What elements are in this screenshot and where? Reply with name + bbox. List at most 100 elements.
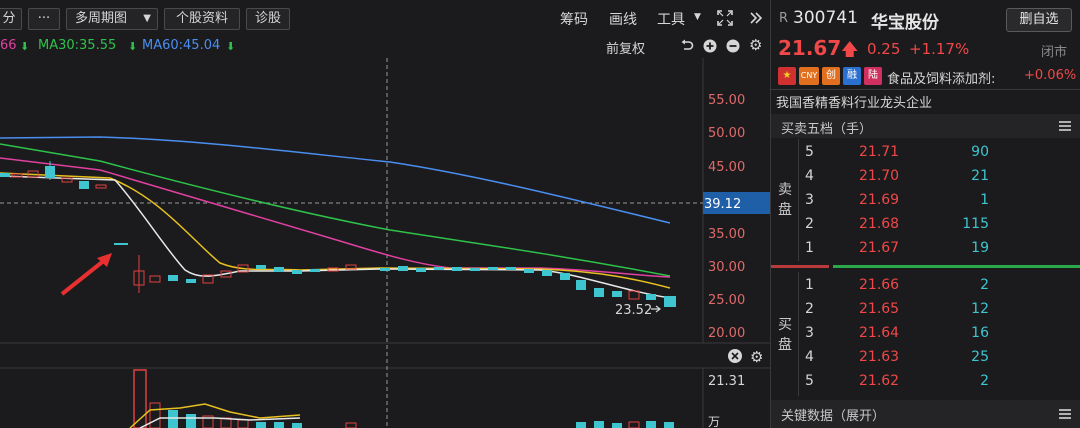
price-change-pct: +1.17% (909, 40, 970, 58)
key-data-header[interactable]: 关键数据（展开） (771, 400, 1080, 428)
ask-price: 21.69 (859, 192, 900, 208)
chips-button[interactable]: 筹码 (560, 9, 588, 29)
stock-code: 300741 (793, 8, 858, 28)
chart-toolbar: 分 ··· 多周期图 ▼ 个股资料 诊股 筹码 画线 工具 ▼ (0, 0, 770, 36)
y-tick-label: 50.00 (708, 126, 745, 141)
crosshair-value: 39.12 (704, 197, 741, 212)
pre-adjust-button[interactable]: 前复权 (606, 38, 645, 57)
y-tick-label: 25.00 (708, 293, 745, 308)
zoom-out-icon[interactable] (726, 39, 740, 53)
ask-price: 21.70 (859, 168, 900, 184)
ask-price: 21.67 (859, 240, 900, 256)
more-label: ··· (37, 11, 51, 26)
ask-row[interactable]: 5 21.71 90 (771, 141, 1080, 164)
kline-chart[interactable]: 55.00 50.00 45.00 35.00 30.00 25.00 20.0… (0, 58, 770, 428)
more-button[interactable]: ··· (28, 8, 60, 30)
ask-price: 21.71 (859, 144, 900, 160)
remove-watchlist-label: 删自选 (1019, 12, 1059, 27)
period-label: 分 (2, 11, 16, 26)
down-arrow-icon: ⬇ (128, 40, 138, 53)
level: 4 (805, 168, 814, 184)
ask-volume: 115 (962, 216, 989, 232)
bid-row[interactable]: 2 21.65 12 (771, 298, 1080, 321)
level: 5 (805, 144, 814, 160)
bid-volume: 12 (971, 301, 989, 317)
bid-volume: 16 (971, 325, 989, 341)
bid-volume: 2 (980, 373, 989, 389)
remove-watchlist-button[interactable]: 删自选 (1006, 8, 1072, 32)
annotation-arrow (60, 257, 108, 296)
ask-volume: 19 (971, 240, 989, 256)
stock-profile-label: 个股资料 (175, 11, 228, 26)
ask-price: 21.68 (859, 216, 900, 232)
zoom-in-icon[interactable] (703, 39, 717, 53)
draw-line-button[interactable]: 画线 (609, 9, 637, 29)
ask-row[interactable]: 1 21.67 19 (771, 237, 1080, 260)
bid-row[interactable]: 3 21.64 16 (771, 322, 1080, 345)
menu-icon[interactable] (1059, 121, 1071, 131)
ask-volume: 90 (971, 144, 989, 160)
bid-price: 21.62 (859, 373, 900, 389)
bid-row[interactable]: 1 21.66 2 (771, 274, 1080, 297)
connect-tag[interactable]: 陆 (864, 67, 882, 85)
bid-row[interactable]: 4 21.63 25 (771, 346, 1080, 369)
ask-row[interactable]: 2 21.68 115 (771, 213, 1080, 236)
quote-panel: R 300741 华宝股份 删自选 21.67 🡅 0.25 +1.17% 闭市… (770, 0, 1080, 428)
chinext-tag[interactable]: 创 (822, 67, 840, 85)
low-price-marker: 23.52 (615, 303, 652, 318)
collapse-panel-icon[interactable] (748, 10, 764, 26)
bid-price: 21.65 (859, 301, 900, 317)
ma60-value: MA60:45.04 (142, 38, 221, 53)
bid-row[interactable]: 5 21.62 2 (771, 370, 1080, 393)
multi-period-button[interactable]: 多周期图 ▼ (66, 8, 158, 30)
caret-down-icon: ▼ (143, 13, 151, 24)
price-change: 0.25 (867, 40, 901, 58)
ask-row[interactable]: 3 21.69 1 (771, 189, 1080, 212)
period-button[interactable]: 分 (0, 8, 22, 30)
ask-volume: 21 (971, 168, 989, 184)
industry-name[interactable]: 食品及饲料添加剂: (887, 68, 995, 87)
candles (0, 161, 676, 307)
key-data-title: 关键数据（展开） (781, 409, 886, 424)
down-arrow-icon: ⬇ (20, 40, 30, 53)
diagnose-button[interactable]: 诊股 (246, 8, 290, 30)
stock-profile-button[interactable]: 个股资料 (164, 8, 240, 30)
bid-ask-ratio-red (771, 265, 829, 268)
market-status: 闭市 (1041, 45, 1068, 60)
menu-icon[interactable] (1059, 409, 1071, 419)
level: 5 (805, 373, 814, 389)
industry-change: +0.06% (1024, 68, 1077, 83)
bid-price: 21.66 (859, 277, 900, 293)
caret-down-icon: ▼ (694, 12, 701, 22)
orderbook-title: 买卖五档（手） (781, 122, 873, 137)
ma30-value: MA30:35.55 (38, 38, 117, 53)
undo-icon[interactable] (680, 39, 694, 53)
level: 1 (805, 277, 814, 293)
bid-price: 21.64 (859, 325, 900, 341)
tools-button[interactable]: 工具 (657, 9, 685, 29)
china-flag-icon: ★ (778, 67, 796, 85)
multi-period-label: 多周期图 (75, 11, 128, 26)
current-price: 21.67 (778, 36, 842, 60)
y-tick-label: 30.00 (708, 260, 745, 275)
stock-name: 华宝股份 (871, 13, 939, 33)
cny-tag[interactable]: CNY (799, 67, 819, 85)
pane-settings-icon[interactable]: ⚙ (750, 348, 763, 366)
down-arrow-icon: ⬇ (226, 40, 236, 53)
volume-bars (133, 369, 674, 428)
arrow-right-icon (651, 305, 661, 313)
settings-gear-icon[interactable]: ⚙ (749, 36, 762, 54)
ma-prev-value: 66 (0, 38, 17, 53)
y-tick-label: 20.00 (708, 326, 745, 341)
margin-tag[interactable]: 融 (843, 67, 861, 85)
fullscreen-icon[interactable] (716, 9, 734, 27)
arrow-up-icon: 🡅 (841, 40, 859, 60)
bid-volume: 25 (971, 349, 989, 365)
y-tick-label: 45.00 (708, 160, 745, 175)
bid-price: 21.63 (859, 349, 900, 365)
level: 3 (805, 325, 814, 341)
r-badge: R (779, 11, 789, 26)
ask-row[interactable]: 4 21.70 21 (771, 165, 1080, 188)
bid-volume: 2 (980, 277, 989, 293)
level: 2 (805, 301, 814, 317)
